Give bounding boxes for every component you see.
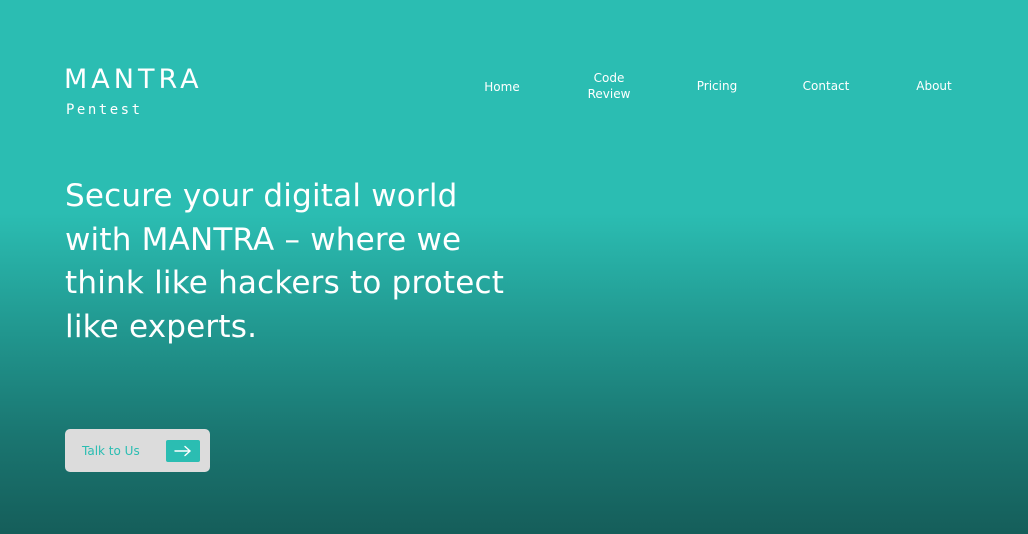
main-nav: Home Code Review Pricing Contact About bbox=[0, 70, 1028, 102]
hero-heading: Secure your digital world with MANTRA – … bbox=[65, 178, 505, 345]
arrow-right-icon bbox=[166, 440, 200, 462]
talk-to-us-button[interactable]: Talk to Us bbox=[65, 429, 210, 472]
nav-item-contact[interactable]: Contact bbox=[792, 70, 860, 102]
talk-to-us-label: Talk to Us bbox=[82, 443, 140, 458]
nav-item-home[interactable]: Home bbox=[472, 71, 532, 103]
nav-item-about[interactable]: About bbox=[904, 70, 964, 102]
brand-tagline: Pentest bbox=[66, 102, 143, 118]
page: MANTRA Pentest Home Code Review Pricing … bbox=[0, 0, 1028, 534]
nav-item-code-review[interactable]: Code Review bbox=[578, 70, 640, 102]
nav-item-pricing[interactable]: Pricing bbox=[686, 70, 748, 102]
